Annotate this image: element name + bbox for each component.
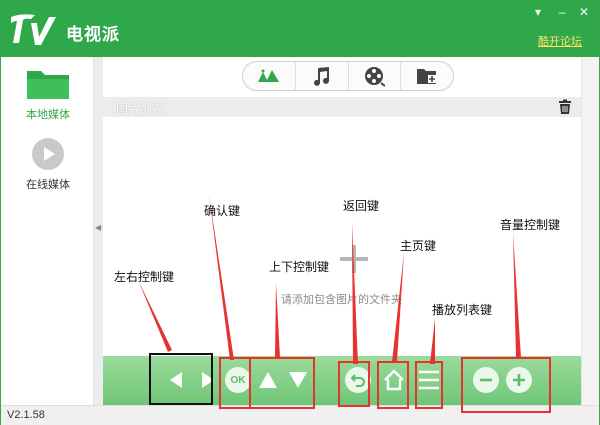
- sidebar-item-online-media[interactable]: 在线媒体: [2, 137, 94, 192]
- trash-icon[interactable]: [557, 99, 573, 115]
- remote-control-bar: OK: [103, 356, 581, 405]
- folder-add-icon: [417, 69, 437, 84]
- home-button[interactable]: [382, 368, 406, 392]
- list-header: 图片列表: [103, 97, 581, 117]
- tab-add-folder[interactable]: [401, 62, 453, 90]
- minimize-icon[interactable]: –: [553, 4, 571, 20]
- status-bar: V2.1.58: [1, 405, 599, 425]
- plus-icon: [513, 374, 525, 386]
- annotation-back: 返回键: [343, 199, 380, 213]
- down-button[interactable]: [287, 369, 309, 391]
- film-reel-icon: [365, 67, 386, 87]
- title-bar: 电视派 ▾ – ✕ 酷开论坛: [1, 1, 599, 57]
- media-list-area[interactable]: [103, 117, 581, 354]
- volume-up-button[interactable]: [506, 367, 532, 393]
- back-icon: [350, 374, 365, 387]
- tab-music[interactable]: [296, 62, 349, 90]
- annotation-up-down: 上下控制键: [269, 260, 330, 274]
- scrollbar[interactable]: [581, 57, 599, 405]
- media-type-tabs: [242, 61, 454, 91]
- close-icon[interactable]: ✕: [575, 4, 593, 20]
- back-button[interactable]: [345, 367, 371, 393]
- up-button[interactable]: [257, 369, 279, 391]
- sidebar-item-local-media[interactable]: 本地媒体: [2, 67, 94, 122]
- right-button[interactable]: [198, 370, 218, 390]
- music-icon: [313, 67, 329, 86]
- app-title: 电视派: [66, 25, 120, 44]
- playlist-button[interactable]: [418, 368, 440, 392]
- annotation-home: 主页键: [400, 239, 437, 253]
- annotation-volume: 音量控制键: [500, 218, 561, 232]
- sidebar-collapse-handle[interactable]: ◀: [94, 57, 103, 405]
- annotation-confirm: 确认键: [204, 204, 241, 218]
- collapse-arrow-icon: ◀: [95, 223, 102, 232]
- add-folder-plus-icon[interactable]: [338, 243, 370, 275]
- sidebar: 本地媒体 在线媒体: [2, 57, 94, 405]
- folder-icon: [27, 71, 69, 99]
- sidebar-item-label: 本地媒体: [26, 109, 70, 121]
- menu-icon[interactable]: ▾: [529, 4, 547, 20]
- tab-video[interactable]: [349, 62, 402, 90]
- play-circle-icon: [32, 138, 64, 170]
- tab-images[interactable]: [243, 62, 296, 90]
- annotation-left-right: 左右控制键: [114, 270, 175, 284]
- forum-link[interactable]: 酷开论坛: [538, 33, 582, 49]
- app-window: 电视派 ▾ – ✕ 酷开论坛 本地媒体 在线媒体 ◀ 图片列表 请添加包含图片的…: [0, 0, 600, 425]
- sidebar-item-label: 在线媒体: [26, 179, 70, 191]
- annotation-playlist: 播放列表键: [432, 303, 493, 317]
- minus-icon: [480, 378, 492, 382]
- version-label: V2.1.58: [7, 409, 45, 421]
- list-title: 图片列表: [116, 102, 165, 116]
- volume-down-button[interactable]: [473, 367, 499, 393]
- left-button[interactable]: [166, 370, 186, 390]
- image-icon: [257, 69, 279, 82]
- tv-logo-icon: [11, 14, 56, 45]
- empty-hint: 请添加包含图片的文件夹: [281, 294, 402, 306]
- ok-button[interactable]: OK: [225, 367, 251, 393]
